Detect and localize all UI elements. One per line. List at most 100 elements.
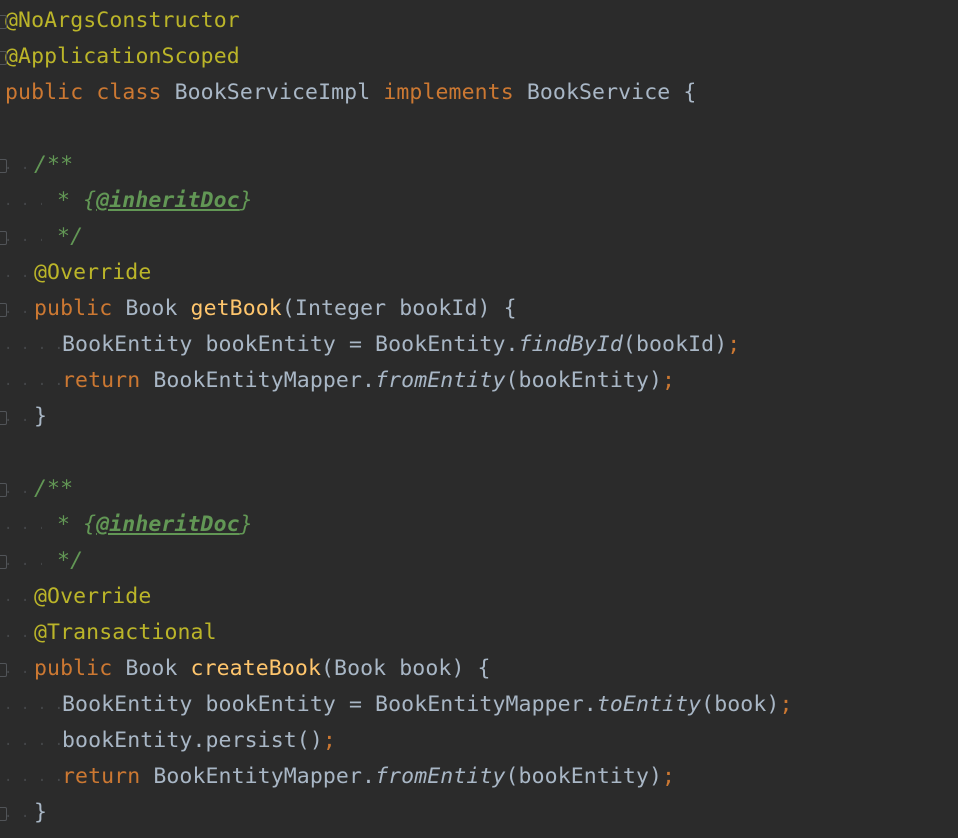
indent-guide: . . . . . . . . bbox=[4, 373, 60, 389]
fold-marker-icon[interactable] bbox=[0, 555, 7, 569]
code-editor[interactable]: @NoArgsConstructor @ApplicationScoped publ… bbox=[0, 0, 958, 838]
code-token: BookService bbox=[526, 80, 671, 105]
indent-guide: . . . . . . . . bbox=[4, 157, 30, 173]
code-token: { bbox=[83, 188, 97, 213]
code-token: * bbox=[44, 188, 84, 213]
code-token: @NoArgsConstructor bbox=[5, 8, 240, 33]
code-line[interactable]: @ApplicationScoped bbox=[5, 39, 240, 75]
code-line[interactable]: public class BookServiceImpl implements … bbox=[5, 75, 696, 111]
code-token: } bbox=[239, 512, 253, 537]
code-token: @inheritDoc bbox=[96, 188, 240, 213]
code-token: (book) bbox=[701, 692, 780, 717]
code-token: ; bbox=[779, 692, 793, 717]
code-line[interactable]: @Override bbox=[34, 255, 151, 291]
code-token: (bookId) bbox=[622, 332, 728, 357]
code-token: /** bbox=[34, 152, 74, 177]
fold-marker-icon[interactable] bbox=[0, 51, 7, 65]
code-token: @ApplicationScoped bbox=[5, 44, 240, 69]
code-line[interactable]: */ bbox=[44, 543, 83, 579]
code-token: @Override bbox=[34, 584, 152, 609]
code-line[interactable]: } bbox=[34, 399, 47, 435]
code-token: } bbox=[34, 404, 48, 429]
code-token: fromEntity bbox=[375, 764, 506, 789]
code-token: ; bbox=[322, 728, 336, 753]
code-token: ; bbox=[662, 368, 676, 393]
code-token: } bbox=[239, 188, 253, 213]
code-line[interactable]: bookEntity.persist(); bbox=[62, 723, 336, 759]
indent-guide: . . . . . . . . bbox=[4, 517, 42, 533]
fold-marker-icon[interactable] bbox=[0, 807, 7, 821]
fold-marker-icon[interactable] bbox=[0, 663, 7, 677]
fold-marker-icon[interactable] bbox=[0, 231, 7, 245]
indent-guide: . . . . . . . . bbox=[4, 697, 60, 713]
code-token: findById bbox=[518, 332, 623, 357]
code-line[interactable]: @Override bbox=[34, 579, 151, 615]
code-token: fromEntity bbox=[375, 368, 506, 393]
code-line[interactable]: @Transactional bbox=[34, 615, 217, 651]
fold-marker-icon[interactable] bbox=[0, 303, 7, 317]
code-token: implements bbox=[383, 80, 514, 105]
code-line[interactable]: @NoArgsConstructor bbox=[5, 3, 240, 39]
code-token: BookServiceImpl bbox=[174, 80, 371, 105]
code-token: public bbox=[5, 80, 84, 105]
indent-guide: . . . . . . . . bbox=[4, 265, 30, 281]
code-token: BookEntityMapper. bbox=[153, 368, 376, 393]
code-line[interactable]: */ bbox=[44, 219, 83, 255]
code-token: createBook bbox=[190, 656, 321, 681]
code-token: /** bbox=[34, 476, 74, 501]
code-token: (Book book) { bbox=[321, 656, 491, 681]
code-token: */ bbox=[44, 224, 84, 249]
code-token: return bbox=[62, 368, 141, 393]
code-token: } bbox=[34, 800, 48, 825]
fold-marker-icon[interactable] bbox=[0, 411, 7, 425]
indent-guide: . . . . . . . . bbox=[4, 733, 60, 749]
code-token: { bbox=[670, 80, 697, 105]
code-line[interactable]: return BookEntityMapper.fromEntity(bookE… bbox=[62, 363, 675, 399]
code-token: public bbox=[34, 296, 113, 321]
code-token: @Override bbox=[34, 260, 152, 285]
code-line[interactable]: BookEntity bookEntity = BookEntityMapper… bbox=[62, 687, 792, 723]
fold-marker-icon[interactable] bbox=[0, 15, 7, 29]
code-token: return bbox=[62, 764, 141, 789]
code-token: public bbox=[34, 656, 113, 681]
code-token: BookEntity bookEntity = BookEntityMapper… bbox=[62, 692, 597, 717]
code-token: { bbox=[83, 512, 97, 537]
code-token: bookEntity.persist() bbox=[62, 728, 323, 753]
code-token: Book bbox=[125, 656, 178, 681]
code-token: (bookEntity) bbox=[505, 764, 663, 789]
code-line[interactable]: BookEntity bookEntity = BookEntity.findB… bbox=[62, 327, 740, 363]
fold-marker-icon[interactable] bbox=[0, 159, 7, 173]
fold-marker-icon[interactable] bbox=[0, 483, 7, 497]
indent-guide: . . . . . . . . bbox=[4, 769, 60, 785]
code-line[interactable]: return BookEntityMapper.fromEntity(bookE… bbox=[62, 759, 675, 795]
code-token: getBook bbox=[190, 296, 282, 321]
code-token: toEntity bbox=[596, 692, 702, 717]
code-line[interactable]: /** bbox=[34, 471, 73, 507]
code-token: BookEntity bookEntity = BookEntity. bbox=[62, 332, 519, 357]
code-token: BookEntityMapper. bbox=[153, 764, 376, 789]
indent-guide: . . . . . . . . bbox=[4, 229, 42, 245]
indent-guide: . . . . . . . . bbox=[4, 553, 42, 569]
indent-guide: . . . . . . . . bbox=[4, 661, 30, 677]
code-line[interactable]: * {@inheritDoc} bbox=[44, 507, 253, 543]
indent-guide: . . . . . . . . bbox=[4, 301, 30, 317]
code-token: (Integer bookId) { bbox=[281, 296, 517, 321]
code-line[interactable]: /** bbox=[34, 147, 73, 183]
code-line[interactable]: public Book createBook(Book book) { bbox=[34, 651, 491, 687]
code-token: ; bbox=[662, 764, 676, 789]
code-token: * bbox=[44, 512, 84, 537]
indent-guide: . . . . . . . . bbox=[4, 589, 30, 605]
code-line[interactable]: } bbox=[34, 795, 47, 831]
code-line[interactable]: public Book getBook(Integer bookId) { bbox=[34, 291, 517, 327]
code-line[interactable]: * {@inheritDoc} bbox=[44, 183, 253, 219]
indent-guide: . . . . . . . . bbox=[4, 625, 30, 641]
